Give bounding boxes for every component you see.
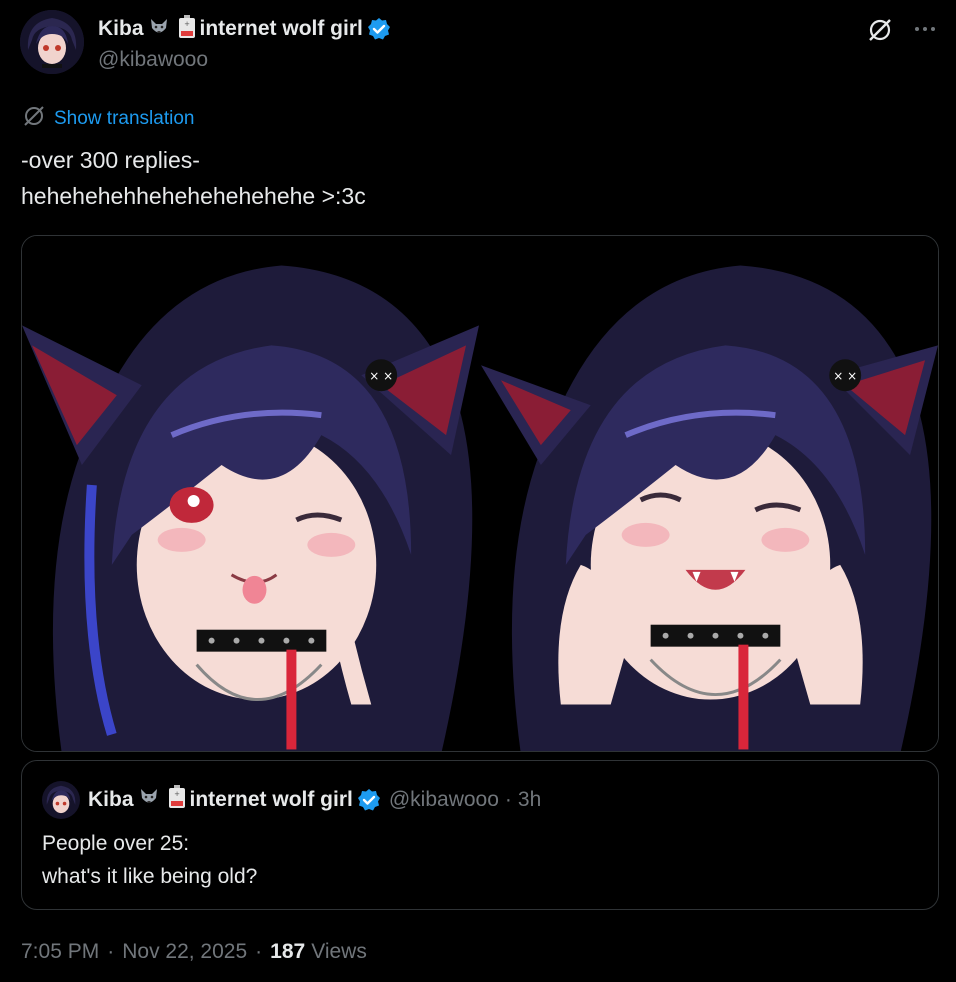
wolf-face-emoji-icon xyxy=(138,786,160,814)
views-count[interactable]: 187 xyxy=(270,940,305,964)
quote-line: what's it like being old? xyxy=(42,865,258,888)
quote-name-suffix[interactable]: internet wolf girl xyxy=(190,788,353,812)
quote-line: People over 25: xyxy=(42,832,190,855)
show-translation-label[interactable]: Show translation xyxy=(54,108,194,130)
grok-icon[interactable] xyxy=(866,16,894,44)
translate-icon xyxy=(22,104,46,133)
quote-time[interactable]: 3h xyxy=(518,788,541,812)
tweet-meta: 7:05 PM · Nov 22, 2025 · 187 Views xyxy=(21,940,367,964)
author-display-name[interactable]: Kiba xyxy=(98,17,144,41)
media-image-wink[interactable]: × × xyxy=(22,236,479,751)
author-name-suffix[interactable]: internet wolf girl xyxy=(200,17,363,41)
quote-text: People over 25: what's it like being old… xyxy=(42,827,257,893)
tweet-line: hehehehehhehehehehehehe >:3c xyxy=(21,183,366,209)
quote-display-name[interactable]: Kiba xyxy=(88,788,134,812)
more-options-icon[interactable] xyxy=(910,14,940,44)
tweet-date[interactable]: Nov 22, 2025 xyxy=(122,940,247,964)
avatar[interactable] xyxy=(20,10,84,74)
quote-handle[interactable]: @kibawooo xyxy=(389,788,499,812)
tweet-text: -over 300 replies- hehehehehhehehehehehe… xyxy=(21,142,366,214)
author-name-row[interactable]: Kiba + internet wolf girl xyxy=(98,14,391,44)
quote-header: Kiba + internet wolf girl @kibawooo · 3h xyxy=(88,785,541,815)
author-handle[interactable]: @kibawooo xyxy=(98,48,208,72)
verified-badge-icon xyxy=(367,17,391,41)
svg-text:× ×: × × xyxy=(833,369,857,383)
svg-text:+: + xyxy=(184,20,190,28)
svg-text:× ×: × × xyxy=(369,369,393,383)
show-translation-link[interactable]: Show translation xyxy=(22,104,194,133)
wolf-face-emoji-icon xyxy=(148,16,170,43)
meta-separator: · xyxy=(255,940,263,963)
battery-low-icon: + xyxy=(178,14,196,44)
tweet-line: -over 300 replies- xyxy=(21,147,200,173)
media-grid: × × × × xyxy=(21,235,939,752)
tweet-header: Kiba + internet wolf girl @kibawooo xyxy=(20,10,940,76)
quoted-tweet[interactable]: Kiba + internet wolf girl @kibawooo · 3h… xyxy=(21,760,939,910)
media-image-laugh[interactable]: × × xyxy=(481,236,938,751)
tweet-time[interactable]: 7:05 PM xyxy=(21,940,99,964)
quote-separator: · xyxy=(504,788,512,811)
meta-separator: · xyxy=(107,940,115,963)
svg-text:+: + xyxy=(174,790,180,798)
quote-avatar[interactable] xyxy=(42,781,80,819)
battery-low-icon: + xyxy=(168,785,186,815)
views-label: Views xyxy=(311,940,367,963)
verified-badge-icon xyxy=(357,788,381,812)
